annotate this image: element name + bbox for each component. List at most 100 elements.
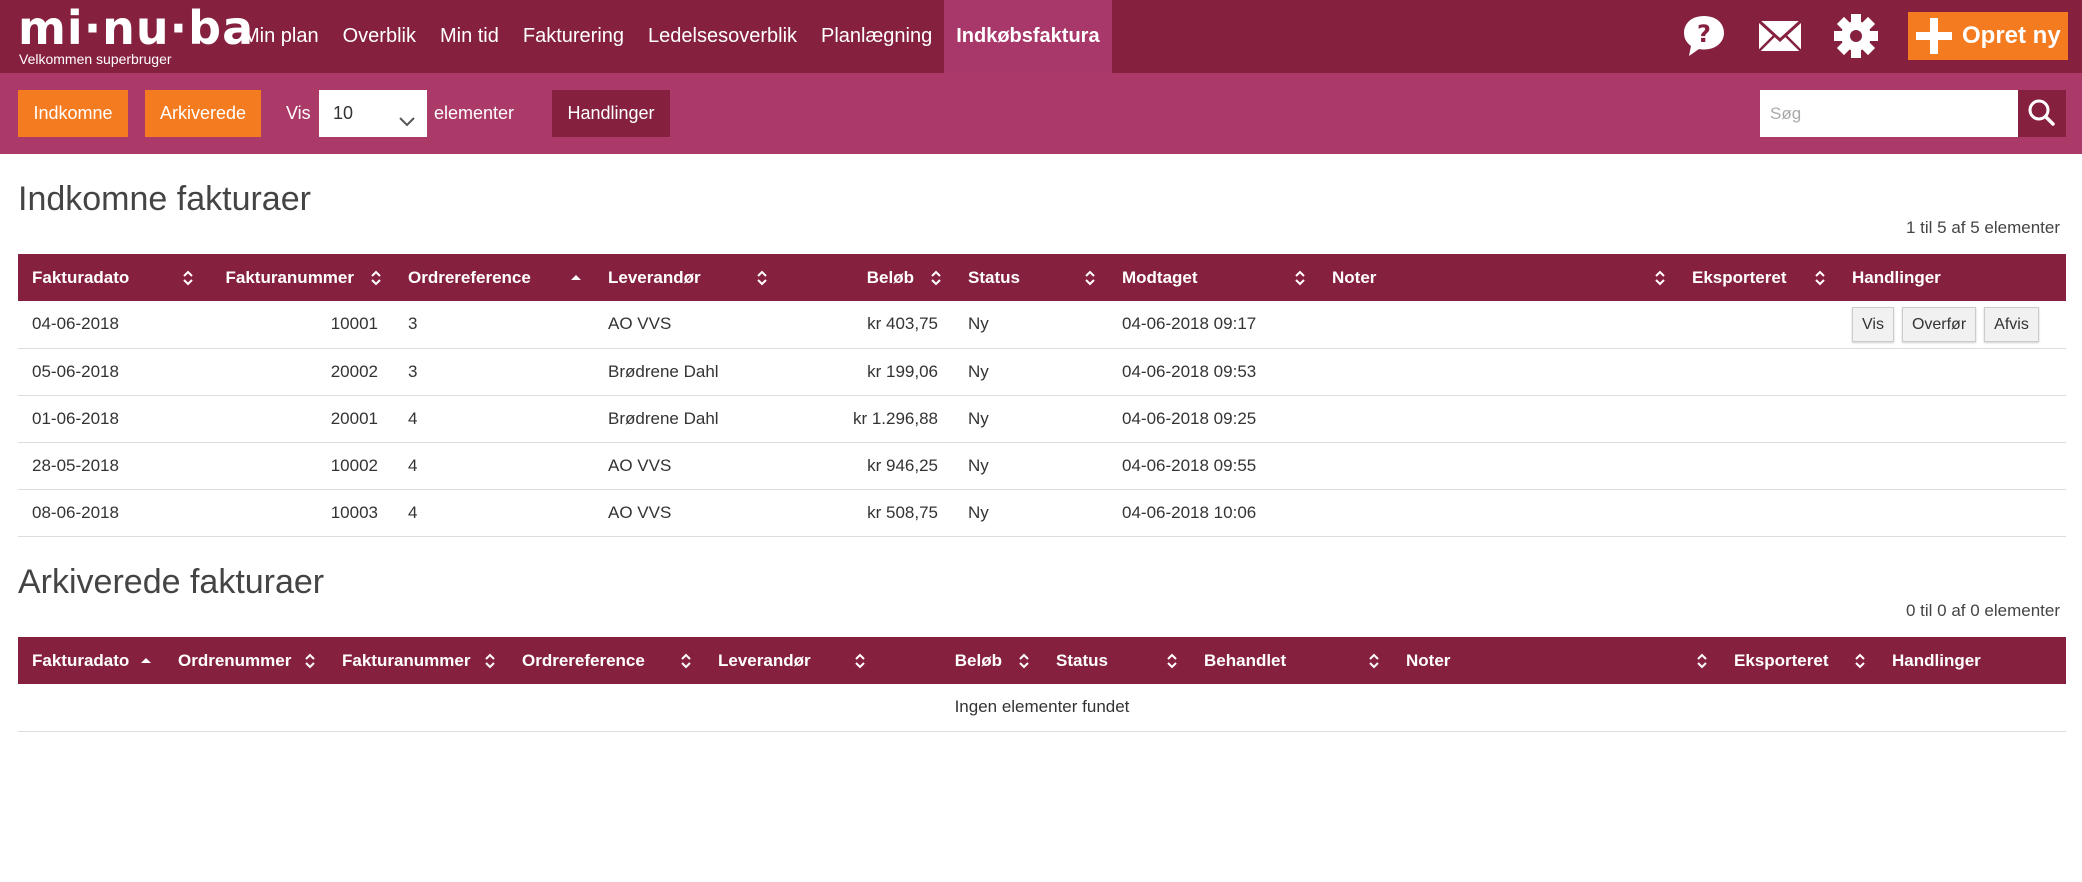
cell-leverandor: AO VVS — [594, 489, 780, 537]
col-fakturanummer[interactable]: Fakturanummer — [328, 637, 508, 684]
col-eksporteret[interactable]: Eksporteret — [1720, 637, 1878, 684]
show-label: Vis — [286, 103, 311, 123]
search-icon — [2028, 99, 2055, 126]
cell-noter — [1318, 301, 1678, 349]
nav-item-ledelsesoverblik[interactable]: Ledelsesoverblik — [636, 0, 809, 73]
col-noter[interactable]: Noter — [1392, 637, 1720, 684]
sort-icon — [371, 270, 381, 286]
sort-icon — [1019, 653, 1029, 669]
sort-icon — [1655, 270, 1665, 286]
cell-fakturadato: 08-06-2018 — [18, 489, 206, 537]
cell-ordrereference: 4 — [394, 395, 594, 443]
table-row[interactable]: 28-05-2018 10002 4 AO VVS kr 946,25 Ny 0… — [18, 442, 2066, 490]
col-fakturadato[interactable]: Fakturadato — [18, 254, 206, 301]
empty-message: Ingen elementer fundet — [18, 684, 2066, 732]
cell-handlinger — [1838, 489, 2066, 537]
search-button[interactable] — [2018, 90, 2066, 137]
sort-icon — [1815, 270, 1825, 286]
logo[interactable]: mi·nu·ba Velkommen superbruger — [18, 4, 254, 66]
sort-icon — [681, 653, 691, 669]
col-fakturadato[interactable]: Fakturadato — [18, 637, 164, 684]
cell-modtaget: 04-06-2018 10:06 — [1108, 489, 1318, 537]
cell-modtaget: 04-06-2018 09:53 — [1108, 348, 1318, 396]
cell-eksporteret — [1678, 442, 1838, 490]
cell-noter — [1318, 395, 1678, 443]
col-leverandor[interactable]: Leverandør — [704, 637, 878, 684]
sort-asc-icon — [141, 658, 151, 663]
cell-eksporteret — [1678, 348, 1838, 396]
archived-header-row: Fakturadato Ordrenummer Fakturanummer Or… — [18, 637, 2066, 684]
elements-label: elementer — [434, 103, 515, 123]
col-eksporteret[interactable]: Eksporteret — [1678, 254, 1838, 301]
nav-item-min-plan[interactable]: Min plan — [231, 0, 331, 73]
col-status[interactable]: Status — [1042, 637, 1190, 684]
col-belob[interactable]: Beløb — [780, 254, 954, 301]
incoming-count: 1 til 5 af 5 elementer — [1905, 218, 2060, 237]
cell-leverandor: AO VVS — [594, 442, 780, 490]
cell-status: Ny — [954, 489, 1108, 537]
top-navbar: mi·nu·ba Velkommen superbruger Min plan … — [0, 0, 2082, 73]
cell-status: Ny — [954, 301, 1108, 349]
cell-handlinger — [1838, 395, 2066, 443]
cell-eksporteret — [1678, 395, 1838, 443]
page-size-value: 10 — [333, 103, 354, 123]
mail-icon[interactable] — [1756, 12, 1804, 60]
col-ordrereference[interactable]: Ordrereference — [394, 254, 594, 301]
col-noter[interactable]: Noter — [1318, 254, 1678, 301]
sort-icon — [1295, 270, 1305, 286]
empty-row: Ingen elementer fundet — [18, 684, 2066, 732]
cell-ordrereference: 4 — [394, 489, 594, 537]
col-behandlet[interactable]: Behandlet — [1190, 637, 1392, 684]
actions-button[interactable]: Handlinger — [552, 90, 670, 137]
help-icon[interactable]: ? — [1680, 12, 1728, 60]
incoming-button[interactable]: Indkomne — [18, 90, 128, 137]
nav-item-fakturering[interactable]: Fakturering — [511, 0, 636, 73]
nav-item-indkobsfaktura[interactable]: Indkøbsfaktura — [944, 0, 1112, 73]
col-modtaget[interactable]: Modtaget — [1108, 254, 1318, 301]
table-row[interactable]: 01-06-2018 20001 4 Brødrene Dahl kr 1.29… — [18, 395, 2066, 443]
cell-belob: kr 199,06 — [780, 348, 954, 396]
cell-handlinger — [1838, 442, 2066, 490]
logo-text: mi·nu·ba — [18, 1, 255, 55]
archived-button[interactable]: Arkiverede — [145, 90, 261, 137]
cell-belob: kr 946,25 — [780, 442, 954, 490]
gear-icon[interactable] — [1832, 12, 1880, 60]
search-input[interactable] — [1760, 90, 2018, 137]
cell-belob: kr 1.296,88 — [780, 395, 954, 443]
table-row[interactable]: 08-06-2018 10003 4 AO VVS kr 508,75 Ny 0… — [18, 489, 2066, 537]
col-leverandor[interactable]: Leverandør — [594, 254, 780, 301]
nav-item-overblik[interactable]: Overblik — [331, 0, 428, 73]
view-button[interactable]: Vis — [1852, 306, 1894, 342]
nav-item-planlaegning[interactable]: Planlægning — [809, 0, 944, 73]
incoming-header-row: Fakturadato Fakturanummer Ordrereference… — [18, 254, 2066, 301]
reject-button[interactable]: Afvis — [1984, 306, 2039, 342]
sort-icon — [485, 653, 495, 669]
transfer-button[interactable]: Overfør — [1901, 306, 1977, 342]
create-new-button[interactable]: Opret ny — [1908, 12, 2068, 60]
page-size-select[interactable]: 10 — [319, 90, 427, 137]
table-row[interactable]: 05-06-2018 20002 3 Brødrene Dahl kr 199,… — [18, 348, 2066, 396]
sort-icon — [1697, 653, 1707, 669]
cell-fakturanummer: 20001 — [206, 395, 394, 443]
cell-modtaget: 04-06-2018 09:17 — [1108, 301, 1318, 349]
sort-icon — [305, 653, 315, 669]
col-status[interactable]: Status — [954, 254, 1108, 301]
col-handlinger: Handlinger — [1838, 254, 2066, 301]
sort-asc-icon — [571, 275, 581, 280]
archived-count: 0 til 0 af 0 elementer — [1905, 601, 2060, 620]
incoming-table: Fakturadato Fakturanummer Ordrereference… — [18, 254, 2066, 537]
cell-status: Ny — [954, 395, 1108, 443]
col-ordrenummer[interactable]: Ordrenummer — [164, 637, 328, 684]
cell-fakturadato: 04-06-2018 — [18, 301, 206, 349]
col-belob[interactable]: Beløb — [878, 637, 1042, 684]
col-ordrereference[interactable]: Ordrereference — [508, 637, 704, 684]
sort-icon — [1085, 270, 1095, 286]
cell-modtaget: 04-06-2018 09:25 — [1108, 395, 1318, 443]
cell-status: Ny — [954, 442, 1108, 490]
cell-fakturanummer: 10003 — [206, 489, 394, 537]
archived-title: Arkiverede fakturaer — [18, 563, 325, 601]
table-row[interactable]: 04-06-2018 10001 3 AO VVS kr 403,75 Ny 0… — [18, 301, 2066, 349]
col-fakturanummer[interactable]: Fakturanummer — [206, 254, 394, 301]
cell-noter — [1318, 348, 1678, 396]
nav-item-min-tid[interactable]: Min tid — [428, 0, 511, 73]
